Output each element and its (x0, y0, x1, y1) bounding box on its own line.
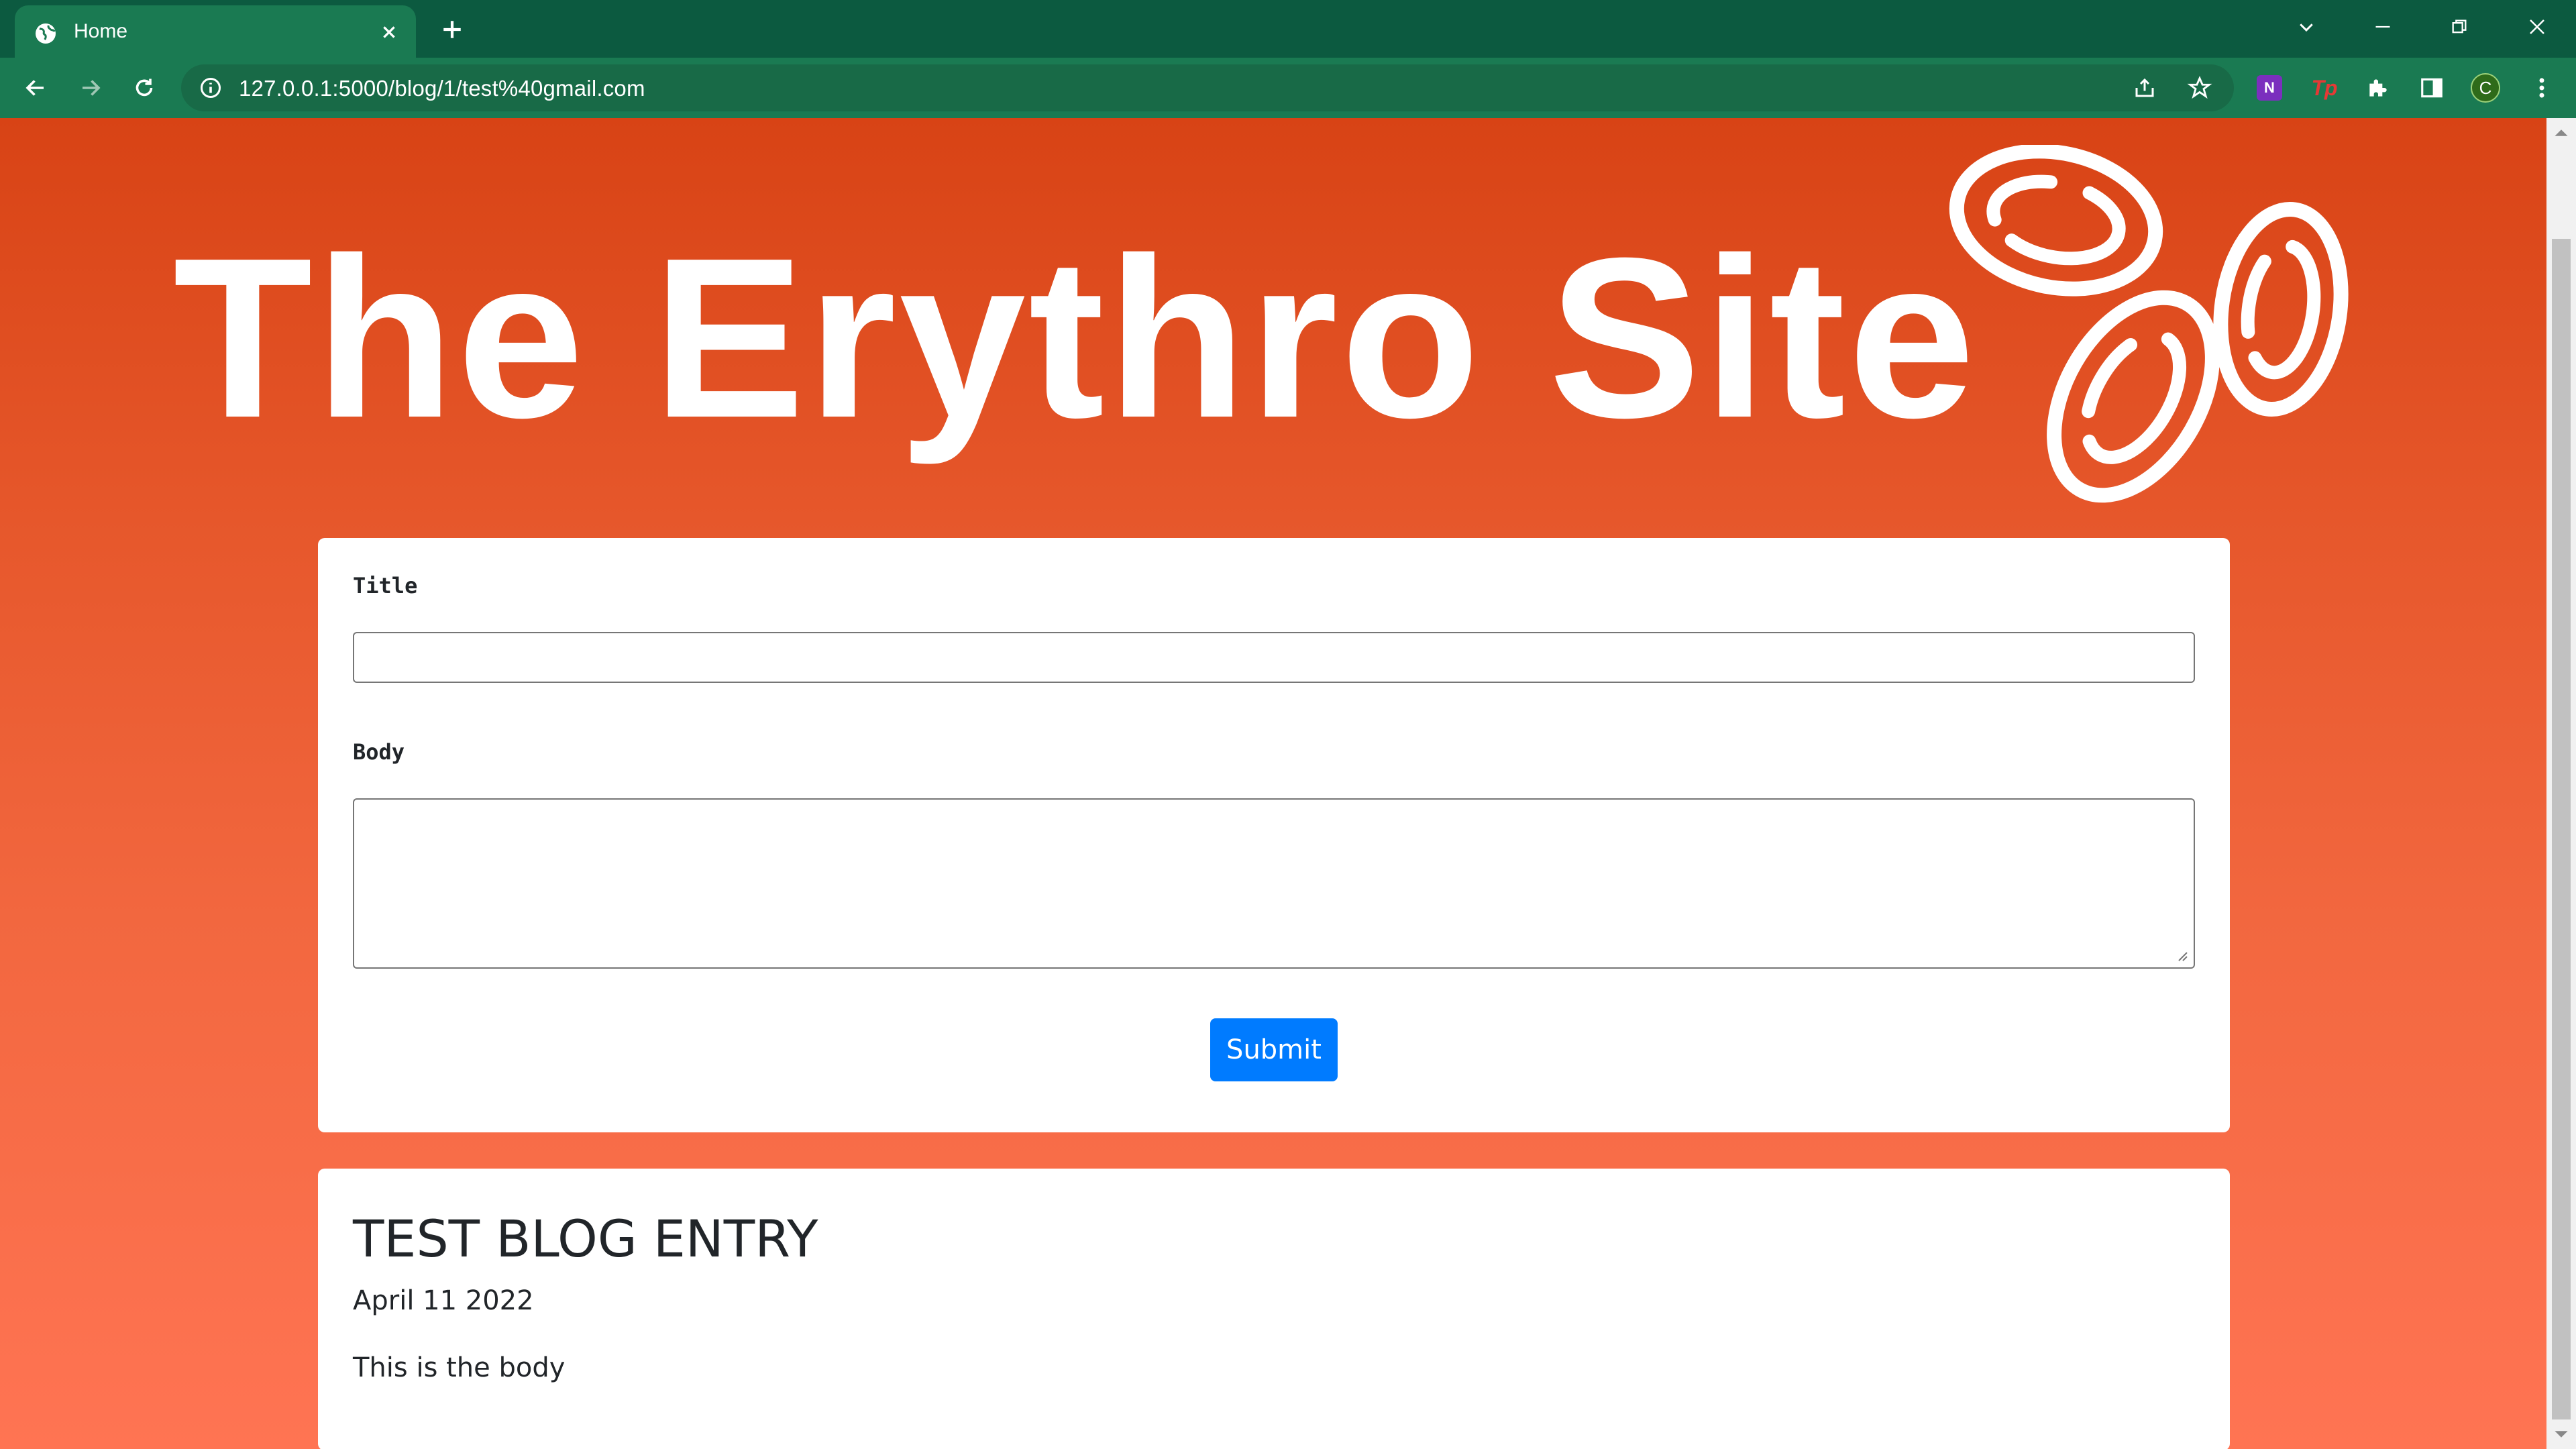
post-body: This is the body (353, 1352, 566, 1383)
page-viewport: The Erythro Site Title Body Submit TEST … (0, 118, 2546, 1449)
back-button[interactable] (17, 70, 54, 106)
profile-avatar[interactable]: C (2469, 71, 2502, 105)
onenote-extension-icon[interactable]: N (2253, 71, 2286, 105)
browser-toolbar: 127.0.0.1:5000/blog/1/test%40gmail.com N… (0, 58, 2576, 118)
title-input[interactable] (353, 632, 2195, 683)
tab-home[interactable]: Home (15, 5, 416, 58)
scroll-down-arrow-icon[interactable] (2553, 1426, 2569, 1442)
minimize-icon (2375, 25, 2390, 28)
extensions-puzzle-icon[interactable] (2361, 71, 2395, 105)
tp-extension-icon[interactable]: Tp (2308, 71, 2341, 105)
globe-icon (36, 23, 56, 44)
reload-button[interactable] (126, 70, 162, 106)
arrow-left-icon (25, 80, 44, 96)
url-text[interactable]: 127.0.0.1:5000/blog/1/test%40gmail.com (239, 76, 645, 101)
share-icon[interactable] (2131, 74, 2159, 102)
post-title: TEST BLOG ENTRY (353, 1209, 818, 1269)
submit-button[interactable]: Submit (1210, 1018, 1338, 1081)
site-title: The Erythro Site (173, 211, 1978, 466)
blog-post-card: TEST BLOG ENTRY April 11 2022 This is th… (318, 1169, 2230, 1449)
tab-title: Home (74, 20, 128, 42)
tab-search-button[interactable] (2286, 9, 2326, 44)
post-date: April 11 2022 (353, 1285, 534, 1316)
title-label: Title (353, 573, 418, 598)
new-post-form: Title Body Submit (318, 538, 2230, 1132)
address-bar[interactable]: 127.0.0.1:5000/blog/1/test%40gmail.com (181, 64, 2234, 111)
scroll-up-arrow-icon[interactable] (2553, 125, 2569, 141)
reload-icon (136, 78, 153, 97)
scroll-thumb[interactable] (2552, 239, 2571, 1419)
new-tab-button[interactable] (435, 12, 470, 47)
plus-icon (443, 21, 461, 38)
page-scrollbar[interactable] (2546, 118, 2576, 1449)
bookmark-star-icon[interactable] (2186, 74, 2214, 102)
restore-button[interactable] (2439, 9, 2479, 44)
body-textarea[interactable] (353, 798, 2195, 969)
restore-icon (2452, 19, 2467, 34)
resize-grip-icon[interactable] (2175, 949, 2188, 962)
site-info-icon[interactable] (199, 76, 223, 100)
close-window-button[interactable] (2517, 9, 2557, 44)
body-label: Body (353, 739, 405, 765)
forward-button[interactable] (72, 70, 109, 106)
close-icon (2530, 19, 2544, 34)
red-blood-cells-icon (1949, 145, 2349, 503)
side-panel-icon[interactable] (2415, 71, 2449, 105)
chevron-down-icon (2300, 23, 2313, 32)
minimize-button[interactable] (2363, 9, 2403, 44)
avatar: C (2471, 73, 2500, 103)
tab-close-icon[interactable] (374, 17, 404, 47)
browser-menu-icon[interactable] (2525, 71, 2559, 105)
arrow-right-icon (83, 80, 101, 96)
browser-tab-strip: Home (0, 0, 2576, 58)
